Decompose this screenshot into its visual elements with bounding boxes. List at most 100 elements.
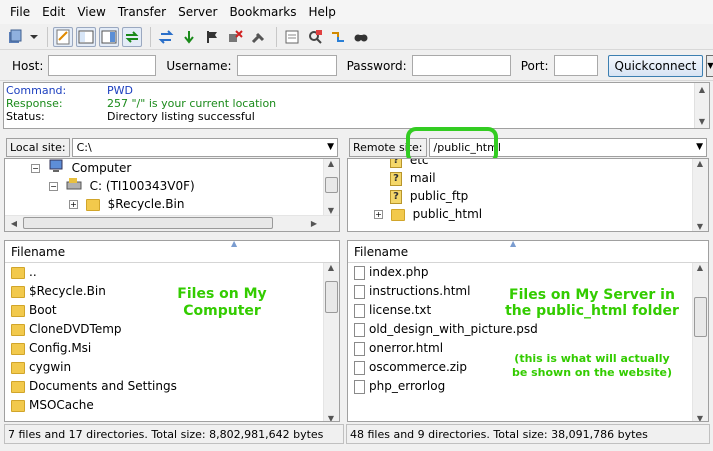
- tree-item-etc[interactable]: ? etc: [348, 159, 708, 169]
- local-path-combobox[interactable]: C:\ ▼: [71, 137, 338, 157]
- disconnect-icon[interactable]: [225, 27, 245, 47]
- list-item[interactable]: MSOCache: [5, 396, 339, 415]
- tree-item-drive[interactable]: − C: (TI100343V0F): [5, 177, 339, 195]
- menu-view[interactable]: View: [71, 0, 111, 24]
- toolbar-separator: [47, 26, 48, 47]
- drive-icon: [66, 177, 82, 196]
- toggle-log-icon[interactable]: [53, 26, 73, 47]
- port-input[interactable]: [553, 55, 598, 76]
- list-item[interactable]: Documents and Settings: [5, 377, 339, 396]
- list-item-label: old_design_with_picture.psd: [369, 322, 538, 336]
- remote-site-bar: Remote site: /public_html ▼: [345, 136, 711, 158]
- toggle-local-tree-icon[interactable]: [76, 26, 96, 47]
- password-input[interactable]: [411, 55, 511, 76]
- local-tree-vscrollbar[interactable]: ▲ ▼: [323, 159, 339, 215]
- site-manager-icon[interactable]: [6, 27, 26, 47]
- scroll-down-icon[interactable]: ▼: [324, 414, 338, 421]
- local-path-value: C:\: [76, 140, 92, 154]
- quickconnect-button[interactable]: Quickconnect: [607, 54, 704, 77]
- list-item-label: instructions.html: [369, 284, 471, 298]
- tree-item-public-html[interactable]: + public_html: [348, 205, 708, 223]
- chevron-down-icon[interactable]: ▼: [327, 139, 334, 156]
- expand-icon[interactable]: +: [374, 210, 383, 219]
- site-manager-dropdown-icon[interactable]: [29, 27, 39, 47]
- remote-filename-column-header[interactable]: Filename ▲: [348, 241, 708, 263]
- quickconnect-dropdown-icon[interactable]: ▼: [706, 54, 713, 77]
- local-tree-hscrollbar[interactable]: ◀ ▶: [5, 215, 339, 231]
- scroll-up-icon[interactable]: ▲: [693, 159, 707, 168]
- remote-tree-vscrollbar[interactable]: ▲ ▼: [692, 159, 708, 231]
- folder-icon: [85, 198, 100, 211]
- toolbar-separator: [150, 26, 151, 47]
- scroll-up-icon[interactable]: ▲: [695, 83, 709, 96]
- tree-item-recycle-bin[interactable]: + $Recycle.Bin: [5, 195, 339, 213]
- local-list-vscrollbar[interactable]: ▲ ▼: [323, 263, 339, 421]
- folder-icon: [11, 342, 25, 355]
- scroll-up-icon[interactable]: ▲: [693, 263, 707, 272]
- tree-item-computer[interactable]: − Computer: [5, 159, 339, 177]
- scroll-down-icon[interactable]: ▼: [324, 206, 338, 215]
- menu-edit[interactable]: Edit: [36, 0, 71, 24]
- host-input[interactable]: [48, 55, 157, 76]
- file-icon: [354, 265, 365, 280]
- synchronized-browsing-icon[interactable]: [328, 27, 348, 47]
- directory-listing-filters-icon[interactable]: [282, 27, 302, 47]
- process-queue-icon[interactable]: [179, 27, 199, 47]
- unknown-folder-icon: ?: [390, 171, 402, 186]
- menu-bookmarks[interactable]: Bookmarks: [223, 0, 302, 24]
- menu-transfer[interactable]: Transfer: [112, 0, 172, 24]
- search-remote-files-icon[interactable]: [351, 27, 371, 47]
- list-item-label: MSOCache: [29, 398, 94, 412]
- tree-item-mail[interactable]: ? mail: [348, 169, 708, 187]
- list-item-label: onerror.html: [369, 341, 444, 355]
- folder-icon: [11, 266, 25, 279]
- tree-item-public-ftp[interactable]: ? public_ftp: [348, 187, 708, 205]
- toggle-queue-icon[interactable]: [122, 26, 142, 47]
- scroll-down-icon[interactable]: ▼: [693, 414, 707, 421]
- expand-icon[interactable]: +: [69, 200, 78, 209]
- list-item[interactable]: old_design_with_picture.psd: [348, 320, 708, 339]
- compare-directories-icon[interactable]: [305, 27, 325, 47]
- scroll-down-icon[interactable]: ▼: [693, 222, 707, 231]
- scroll-thumb[interactable]: [23, 217, 273, 229]
- log-scrollbar[interactable]: ▲ ▼: [694, 83, 709, 128]
- file-icon: [354, 341, 365, 356]
- remote-list-vscrollbar[interactable]: ▲ ▼: [692, 263, 708, 421]
- refresh-icon[interactable]: [156, 27, 176, 47]
- list-item[interactable]: index.php: [348, 263, 708, 282]
- scroll-up-icon[interactable]: ▲: [324, 159, 338, 168]
- scroll-thumb[interactable]: [325, 177, 338, 193]
- reconnect-icon[interactable]: [248, 27, 268, 47]
- log-text: PWD: [107, 84, 133, 97]
- chevron-down-icon[interactable]: ▼: [696, 139, 703, 156]
- local-filename-column-header[interactable]: Filename ▲: [5, 241, 339, 263]
- remote-directory-tree: ? etc ? mail ? public_ftp + public_html …: [347, 158, 709, 232]
- username-input[interactable]: [236, 55, 337, 76]
- log-row: Response: 257 "/" is your current locati…: [6, 97, 707, 110]
- scroll-thumb[interactable]: [694, 297, 707, 337]
- port-label: Port:: [520, 58, 549, 73]
- scroll-left-icon[interactable]: ◀: [7, 219, 21, 228]
- collapse-icon[interactable]: −: [31, 164, 40, 173]
- scroll-thumb[interactable]: [325, 281, 338, 313]
- log-text: Directory listing successful: [107, 110, 255, 123]
- column-label: Filename: [354, 245, 409, 259]
- list-item[interactable]: Config.Msi: [5, 339, 339, 358]
- remote-status-bar: 48 files and 9 directories. Total size: …: [346, 424, 710, 444]
- cancel-operation-icon[interactable]: [202, 27, 222, 47]
- folder-icon: [390, 208, 405, 221]
- toggle-remote-tree-icon[interactable]: [99, 26, 119, 47]
- scroll-up-icon[interactable]: ▲: [324, 263, 338, 272]
- list-item-label: license.txt: [369, 303, 432, 317]
- list-item[interactable]: CloneDVDTemp: [5, 320, 339, 339]
- scroll-down-icon[interactable]: ▼: [695, 115, 709, 128]
- menu-server[interactable]: Server: [172, 0, 223, 24]
- menu-help[interactable]: Help: [303, 0, 342, 24]
- list-item[interactable]: cygwin: [5, 358, 339, 377]
- list-item[interactable]: ..: [5, 263, 339, 282]
- collapse-icon[interactable]: −: [49, 182, 58, 191]
- scroll-right-icon[interactable]: ▶: [307, 219, 321, 228]
- folder-icon: [11, 399, 25, 412]
- list-item-label: index.php: [369, 265, 429, 279]
- menu-file[interactable]: File: [4, 0, 36, 24]
